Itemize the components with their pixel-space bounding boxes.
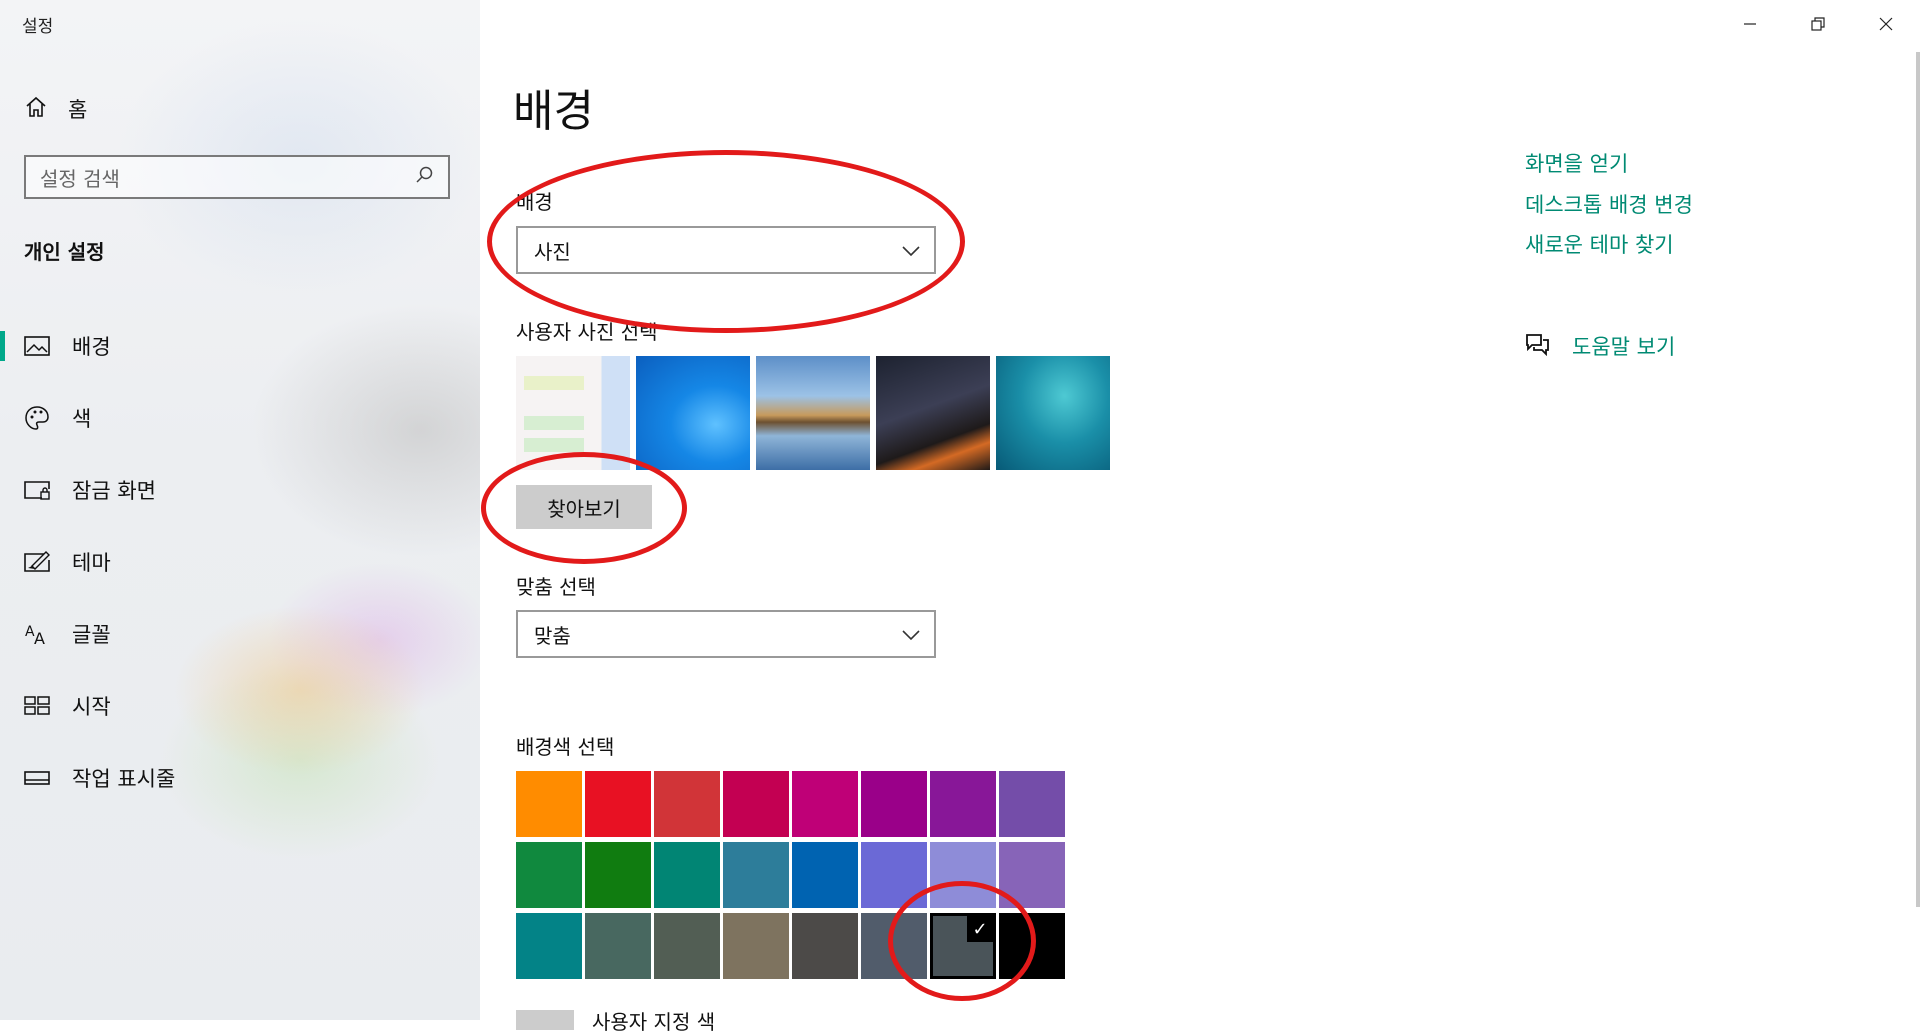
custom-color-swatch[interactable] xyxy=(516,1010,574,1030)
fit-label: 맞춤 선택 xyxy=(516,575,596,599)
color-swatch[interactable] xyxy=(585,771,651,837)
home-link[interactable]: 홈 xyxy=(24,93,87,125)
chevron-down-icon xyxy=(902,238,920,262)
color-swatch-selected[interactable]: ✓ xyxy=(930,913,996,979)
home-icon xyxy=(24,95,48,124)
color-swatch[interactable] xyxy=(585,913,651,979)
sidebar-item-label: 색 xyxy=(72,407,92,431)
color-swatch[interactable] xyxy=(792,913,858,979)
color-swatch[interactable] xyxy=(516,913,582,979)
color-swatch[interactable] xyxy=(792,842,858,908)
color-swatch[interactable] xyxy=(861,913,927,979)
help-label: 도움말 보기 xyxy=(1572,335,1676,359)
color-swatch[interactable] xyxy=(930,842,996,908)
background-label: 배경 xyxy=(516,190,553,214)
color-swatch[interactable] xyxy=(723,842,789,908)
color-swatch[interactable] xyxy=(999,913,1065,979)
sidebar-item-label: 작업 표시줄 xyxy=(72,767,176,791)
sidebar: 설정 홈 설정 검색 개인 설정 배경 색 잠금 화면 테마 A A 글꼴 시작… xyxy=(0,0,480,1020)
related-link-change-background[interactable]: 데스크톱 배경 변경 xyxy=(1525,189,1693,219)
color-swatch[interactable] xyxy=(861,771,927,837)
browse-button[interactable]: 찾아보기 xyxy=(516,485,652,529)
custom-color-label[interactable]: 사용자 지정 색 xyxy=(592,1006,715,1035)
scrollbar[interactable] xyxy=(1916,52,1920,907)
picture-thumbnails xyxy=(516,356,1110,470)
color-swatch[interactable] xyxy=(516,842,582,908)
background-color-label: 배경색 선택 xyxy=(516,735,615,759)
theme-brush-icon xyxy=(24,549,50,575)
color-swatch[interactable] xyxy=(861,842,927,908)
color-swatch[interactable] xyxy=(999,771,1065,837)
background-type-value: 사진 xyxy=(534,239,571,264)
color-swatch[interactable] xyxy=(654,771,720,837)
page-title: 배경 xyxy=(513,86,594,137)
chevron-down-icon xyxy=(902,622,920,646)
sidebar-item-start[interactable]: 시작 xyxy=(0,670,480,742)
recent-picture-thumbnail[interactable] xyxy=(516,356,630,470)
help-link[interactable]: 도움말 보기 xyxy=(1524,331,1675,361)
fit-dropdown[interactable]: 맞춤 xyxy=(516,610,936,658)
taskbar-icon xyxy=(24,765,50,791)
color-swatch[interactable] xyxy=(654,913,720,979)
sidebar-item-background[interactable]: 배경 xyxy=(0,310,480,382)
close-icon xyxy=(1879,17,1893,31)
color-swatch[interactable] xyxy=(585,842,651,908)
minimize-button[interactable] xyxy=(1716,0,1784,48)
sidebar-item-label: 배경 xyxy=(72,335,111,359)
search-input[interactable]: 설정 검색 xyxy=(24,155,450,199)
search-placeholder: 설정 검색 xyxy=(40,166,120,191)
choose-picture-label: 사용자 사진 선택 xyxy=(516,320,658,344)
close-button[interactable] xyxy=(1852,0,1920,48)
recent-picture-thumbnail[interactable] xyxy=(756,356,870,470)
sidebar-item-color[interactable]: 색 xyxy=(0,382,480,454)
sidebar-item-lock-screen[interactable]: 잠금 화면 xyxy=(0,454,480,526)
lock-screen-icon xyxy=(24,477,50,503)
minimize-icon xyxy=(1744,23,1756,25)
background-type-dropdown[interactable]: 사진 xyxy=(516,226,936,274)
color-swatch[interactable] xyxy=(723,771,789,837)
color-swatch[interactable] xyxy=(723,913,789,979)
sidebar-item-taskbar[interactable]: 작업 표시줄 xyxy=(0,742,480,814)
sidebar-item-label: 잠금 화면 xyxy=(72,479,156,503)
sidebar-item-label: 시작 xyxy=(72,695,111,719)
window-controls xyxy=(1716,0,1920,48)
svg-text:A: A xyxy=(34,629,45,646)
palette-icon xyxy=(24,405,50,431)
sidebar-item-label: 테마 xyxy=(72,551,111,575)
fit-value: 맞춤 xyxy=(534,623,571,648)
related-link-find-themes[interactable]: 새로운 테마 찾기 xyxy=(1525,229,1674,259)
sidebar-nav: 배경 색 잠금 화면 테마 AA 글꼴 시작 작업 표시줄 xyxy=(0,310,480,814)
color-swatch[interactable] xyxy=(654,842,720,908)
restore-button[interactable] xyxy=(1784,0,1852,48)
app-title: 설정 xyxy=(22,17,54,37)
color-swatch[interactable] xyxy=(792,771,858,837)
start-tiles-icon xyxy=(24,693,50,719)
recent-picture-thumbnail[interactable] xyxy=(996,356,1110,470)
checkmark-icon: ✓ xyxy=(967,916,993,942)
picture-icon xyxy=(24,333,50,359)
color-swatch[interactable] xyxy=(999,842,1065,908)
sidebar-item-label: 글꼴 xyxy=(72,623,111,647)
recent-picture-thumbnail[interactable] xyxy=(636,356,750,470)
restore-icon xyxy=(1811,17,1825,31)
related-link-get-screen[interactable]: 화면을 얻기 xyxy=(1525,148,1628,178)
color-swatch[interactable] xyxy=(930,771,996,837)
section-title: 개인 설정 xyxy=(24,240,105,264)
search-icon[interactable] xyxy=(414,165,434,190)
chat-help-icon xyxy=(1524,332,1550,361)
color-swatch[interactable] xyxy=(516,771,582,837)
sidebar-item-fonts[interactable]: AA 글꼴 xyxy=(0,598,480,670)
recent-picture-thumbnail[interactable] xyxy=(876,356,990,470)
home-label: 홈 xyxy=(68,98,88,122)
color-swatch-grid: ✓ xyxy=(516,771,1065,979)
sidebar-item-themes[interactable]: 테마 xyxy=(0,526,480,598)
font-icon: AA xyxy=(24,621,50,647)
